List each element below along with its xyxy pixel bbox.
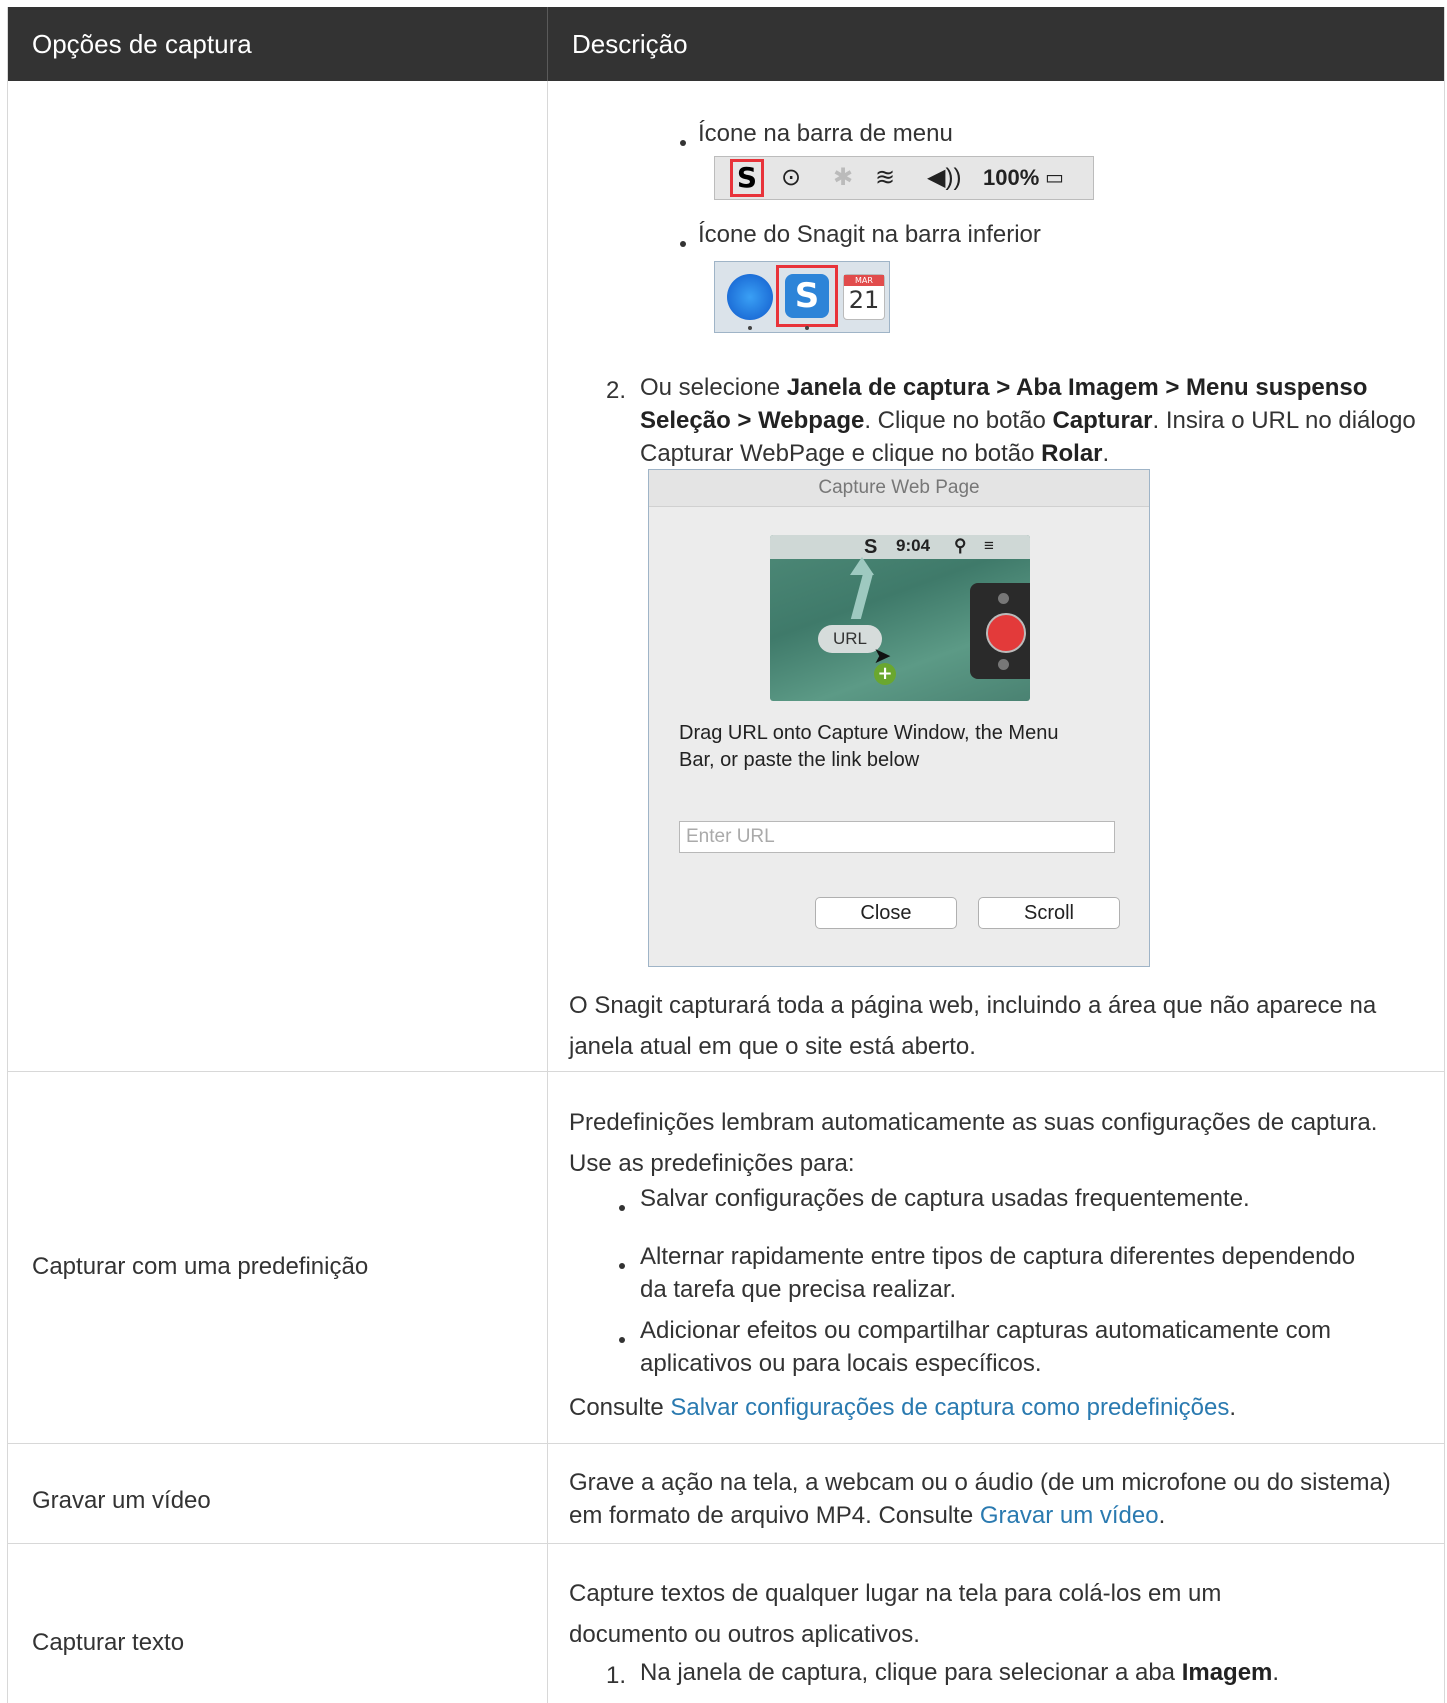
list-icon: ≡ bbox=[984, 536, 994, 555]
presets-link[interactable]: Salvar configurações de captura como pre… bbox=[670, 1394, 1229, 1421]
bluetooth-icon: ✱ bbox=[833, 164, 854, 191]
running-indicator bbox=[748, 326, 752, 330]
step1-text: Na janela de captura, clique para seleci… bbox=[640, 1659, 1280, 1686]
row-divider bbox=[8, 1443, 1444, 1444]
dialog-title: Capture Web Page bbox=[649, 470, 1149, 507]
search-icon: ⚲ bbox=[954, 536, 967, 555]
bullet-dot bbox=[619, 1205, 625, 1211]
menubar-bullet-text: Ícone na barra de menu bbox=[698, 120, 953, 147]
option-label: Capturar texto bbox=[32, 1629, 185, 1656]
row-divider bbox=[8, 1543, 1444, 1544]
bullet-dot bbox=[619, 1263, 625, 1269]
clock-text: 9:04 bbox=[896, 536, 931, 555]
snagit-menubar-icon: S bbox=[730, 159, 764, 197]
wifi-icon: ≋ bbox=[875, 164, 896, 191]
calendar-month: MAR bbox=[844, 275, 884, 286]
plus-icon: + bbox=[874, 663, 896, 685]
capture-widget bbox=[970, 583, 1030, 679]
bullet-dot bbox=[680, 140, 686, 146]
record-button-icon bbox=[986, 613, 1026, 653]
presets-intro: Predefinições lembram automaticamente as… bbox=[569, 1109, 1378, 1177]
running-indicator bbox=[805, 326, 809, 330]
scroll-button[interactable]: Scroll bbox=[978, 897, 1120, 929]
dialog-message: Drag URL onto Capture Window, the Menu B… bbox=[679, 722, 1059, 771]
record-video-text: Grave a ação na tela, a webcam ou o áudi… bbox=[569, 1469, 1391, 1529]
record-video-link[interactable]: Gravar um vídeo bbox=[980, 1502, 1159, 1529]
see-presets: Consulte Salvar configurações de captura… bbox=[569, 1394, 1237, 1421]
header-divider bbox=[547, 7, 548, 81]
close-button[interactable]: Close bbox=[815, 897, 957, 929]
safari-icon bbox=[727, 274, 773, 320]
step-number: 1. bbox=[606, 1662, 627, 1689]
up-arrow-stem bbox=[850, 573, 874, 619]
option-label: Gravar um vídeo bbox=[32, 1487, 211, 1514]
capture-options-table: Opções de captura Descrição Ícone na bar… bbox=[7, 7, 1445, 1703]
snagit-dock-icon: S bbox=[776, 265, 838, 327]
list-item: Adicionar efeitos ou compartilhar captur… bbox=[640, 1317, 1332, 1377]
dock-image: S MAR 21 bbox=[714, 261, 890, 333]
bullet-dot bbox=[680, 241, 686, 247]
volume-icon: ◀)) bbox=[927, 164, 962, 191]
column-divider bbox=[547, 81, 548, 1703]
closing-paragraph: O Snagit capturará toda a página web, in… bbox=[569, 992, 1377, 1060]
calendar-icon: MAR 21 bbox=[843, 274, 885, 320]
step-number: 2. bbox=[606, 377, 627, 404]
header-capture-options: Opções de captura bbox=[32, 29, 252, 59]
capture-web-page-dialog: Capture Web Page S 9:04 ⚲ ≡ URL ➤ + Drag… bbox=[648, 469, 1150, 967]
table-header: Opções de captura Descrição bbox=[8, 7, 1444, 81]
bullet-dot bbox=[619, 1337, 625, 1343]
url-input[interactable]: Enter URL bbox=[679, 821, 1115, 853]
illustration-menubar: S 9:04 ⚲ ≡ bbox=[770, 535, 1030, 559]
battery-icon: ▭ bbox=[1045, 167, 1064, 189]
battery-percent: 100% bbox=[983, 165, 1040, 190]
step2-text: Ou selecione Janela de captura > Aba Ima… bbox=[640, 374, 1416, 467]
checkmark-circle-icon: ⊙ bbox=[781, 164, 802, 191]
drag-url-illustration: S 9:04 ⚲ ≡ URL ➤ + bbox=[770, 535, 1030, 701]
snagit-icon: S bbox=[864, 536, 878, 558]
list-item: Alternar rapidamente entre tipos de capt… bbox=[640, 1243, 1356, 1303]
capture-text-intro: Capture textos de qualquer lugar na tela… bbox=[569, 1580, 1222, 1648]
dock-bullet-text: Ícone do Snagit na barra inferior bbox=[698, 221, 1041, 248]
list-item: Salvar configurações de captura usadas f… bbox=[640, 1185, 1250, 1212]
row-divider bbox=[8, 1071, 1444, 1072]
menu-bar-image: S ⊙ ✱ ≋ ◀)) 100% ▭ bbox=[714, 156, 1094, 200]
calendar-day: 21 bbox=[848, 286, 880, 314]
header-description: Descrição bbox=[572, 29, 688, 59]
option-label: Capturar com uma predefinição bbox=[32, 1253, 369, 1280]
